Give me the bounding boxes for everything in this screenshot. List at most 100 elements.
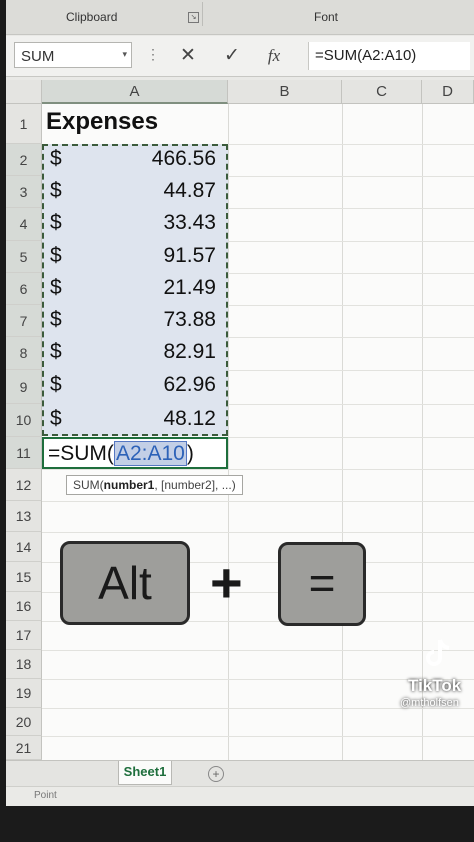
row-header[interactable]: 3 [6,176,42,208]
insert-function-icon[interactable]: fx [258,42,290,70]
value-cell[interactable]: $62.96 [42,370,228,404]
clipboard-launcher-icon[interactable]: ↘ [188,12,199,23]
row-header[interactable]: 4 [6,208,42,241]
value-cell[interactable]: $466.56 [42,144,228,176]
amount-value: 73.88 [163,308,216,331]
sheet-tab-bar: Sheet1 + [6,760,474,787]
tiktok-handle: @mtholfsen [400,697,459,709]
row-header[interactable]: 19 [6,679,42,708]
row-header[interactable]: 6 [6,273,42,305]
row-header[interactable]: 18 [6,650,42,679]
add-sheet-icon[interactable]: + [208,766,224,782]
value-cell[interactable]: $21.49 [42,273,228,305]
name-box[interactable]: SUM ▾ [14,42,132,68]
alt-key-graphic: Alt [60,541,190,625]
name-box-value: SUM [21,48,55,65]
ribbon-separator [202,2,203,26]
tiktok-brand: TikTok [408,676,462,695]
row-header[interactable]: 11 [6,437,42,469]
row-header[interactable]: 2 [6,144,42,176]
currency-symbol: $ [50,179,62,202]
row-header[interactable]: 13 [6,501,42,532]
excel-window: Clipboard ↘ Font SUM ▾ ⋮ ✕ ✓ fx =SUM(A2:… [6,0,474,842]
formula-bar: SUM ▾ ⋮ ✕ ✓ fx =SUM(A2:A10) [6,36,474,77]
range-reference: A2:A10 [113,441,187,466]
row-header[interactable]: 20 [6,708,42,736]
equals-key-graphic: = [278,542,366,626]
currency-symbol: $ [50,147,62,170]
cell-a1[interactable]: Expenses [42,104,228,144]
row-header[interactable]: 1 [6,104,42,144]
column-header-a[interactable]: A [42,80,228,104]
expenses-header-text: Expenses [46,108,159,135]
currency-symbol: $ [50,373,62,396]
currency-symbol: $ [50,244,62,267]
row-header[interactable]: 10 [6,404,42,437]
formula-prefix: =SUM( [48,442,114,465]
currency-symbol: $ [50,211,62,234]
amount-value: 48.12 [163,407,216,430]
formula-suffix: ) [186,442,194,465]
row-header[interactable]: 7 [6,305,42,337]
amount-value: 466.56 [151,147,216,170]
gridline [342,104,343,760]
cancel-icon[interactable]: ✕ [172,42,204,70]
worksheet-grid[interactable]: A B C D 1 2 3 4 5 6 7 8 9 10 11 12 13 14 15 16 17 18 19 20 2… [6,80,474,761]
more-vertical-icon: ⋮ [146,46,160,62]
gridline [42,532,474,533]
currency-symbol: $ [50,276,62,299]
ribbon-group-labels: Clipboard ↘ Font [6,0,474,35]
amount-value: 62.96 [163,373,216,396]
amount-value: 82.91 [163,340,216,363]
font-group-label: Font [314,10,339,24]
chevron-down-icon[interactable]: ▾ [122,49,127,60]
enter-checkmark-icon[interactable]: ✓ [216,42,248,70]
formula-text: =SUM(A2:A10) [315,47,417,64]
row-header[interactable]: 14 [6,532,42,562]
formula-input[interactable]: =SUM(A2:A10) [308,42,470,70]
row-header[interactable]: 12 [6,469,42,501]
row-header[interactable]: 15 [6,562,42,592]
row-header[interactable]: 8 [6,337,42,370]
row-header[interactable]: 17 [6,621,42,650]
tooltip-arg1: number1 [103,478,155,492]
value-cell[interactable]: $91.57 [42,241,228,273]
amount-value: 44.87 [163,179,216,202]
gridline [42,469,474,470]
row-header[interactable]: 9 [6,370,42,404]
value-cell[interactable]: $44.87 [42,176,228,208]
row-header[interactable]: 5 [6,241,42,273]
row-header[interactable]: 21 [6,736,42,760]
gridline [42,736,474,737]
tab-sheet1[interactable]: Sheet1 [118,761,172,785]
gridline [42,501,474,502]
select-all-corner[interactable] [6,80,42,104]
column-header-d[interactable]: D [422,80,474,104]
plus-sign: + [210,551,243,614]
column-header-c[interactable]: C [342,80,422,104]
column-header-b[interactable]: B [228,80,342,104]
tiktok-logo-icon [416,636,462,672]
value-cell[interactable]: $82.91 [42,337,228,370]
currency-symbol: $ [50,407,62,430]
amount-value: 21.49 [163,276,216,299]
currency-symbol: $ [50,308,62,331]
value-cell[interactable]: $73.88 [42,305,228,337]
row-header[interactable]: 16 [6,592,42,621]
gridline [228,104,229,760]
gridline [42,650,474,651]
status-bar: Point [6,786,474,807]
currency-symbol: $ [50,340,62,363]
clipboard-group-label: Clipboard [66,10,118,24]
amount-value: 91.57 [163,244,216,267]
screen-bezel [0,806,474,842]
tooltip-fn: SUM( [73,478,104,492]
formula-buttons: ✕ ✓ fx [166,42,304,70]
amount-value: 33.43 [163,211,216,234]
tooltip-rest: , [number2], ...) [154,478,236,492]
active-cell-a11[interactable]: =SUM(A2:A10) [42,437,228,469]
value-cell[interactable]: $33.43 [42,208,228,241]
function-tooltip[interactable]: SUM(number1, [number2], ...) [66,475,243,495]
status-mode: Point [34,790,57,801]
value-cell[interactable]: $48.12 [42,404,228,437]
